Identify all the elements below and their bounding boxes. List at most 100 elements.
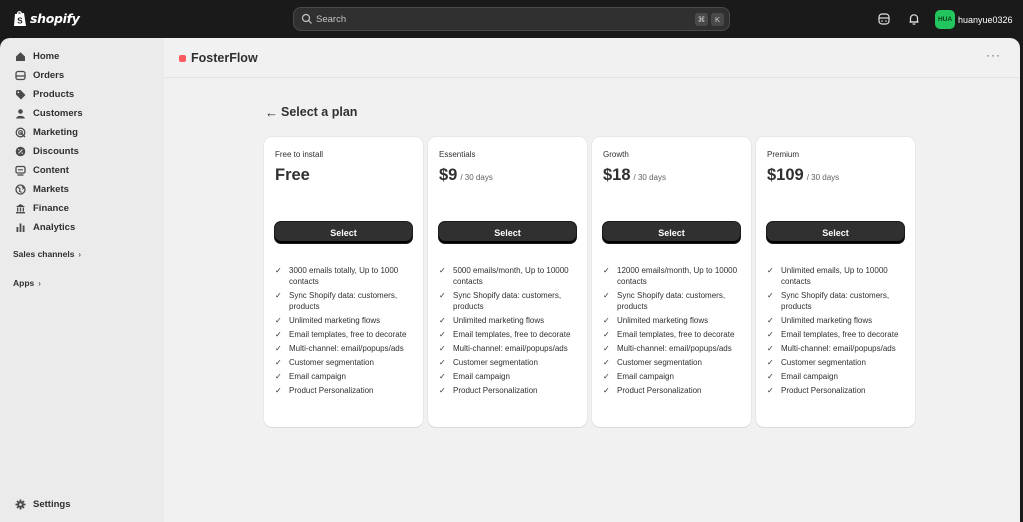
search-icon (301, 13, 312, 24)
feature-text: 5000 emails/month, Up to 10000 contacts (453, 266, 569, 286)
feature-text: Sync Shopify data: customers, products (781, 291, 890, 311)
plan-period: / 30 days (633, 173, 666, 182)
select-plan-button[interactable]: Select (767, 222, 904, 243)
feature-item: ✓ Email templates, free to decorate (439, 329, 579, 340)
select-plan-button[interactable]: Select (603, 222, 740, 243)
price-row: $18 / 30 days (603, 166, 666, 185)
feature-text: Email templates, free to decorate (453, 330, 571, 339)
sidebar-item-orders[interactable]: Orders (15, 67, 64, 83)
section-label: Apps (13, 278, 35, 288)
sidebar-item-finance[interactable]: Finance (15, 200, 69, 216)
feature-item: ✓ Product Personalization (603, 385, 743, 396)
feature-item: ✓ Customer segmentation (439, 357, 579, 368)
plan-card-growth: Growth $18 / 30 days Select ✓ 12000 email… (592, 137, 751, 427)
feature-item: ✓ Product Personalization (275, 385, 415, 396)
price-row: Free (275, 166, 313, 185)
feature-text: Unlimited marketing flows (617, 316, 709, 325)
check-icon: ✓ (275, 266, 282, 275)
search-bar[interactable]: Search ⌘ K (293, 7, 730, 31)
feature-text: Customer segmentation (289, 358, 374, 367)
check-icon: ✓ (603, 316, 610, 325)
feature-text: Email templates, free to decorate (617, 330, 735, 339)
app-logo-icon (179, 55, 186, 62)
price-row: $9 / 30 days (439, 166, 493, 185)
feature-list: ✓ 3000 emails totally, Up to 1000 contact… (275, 265, 415, 399)
gear-icon (15, 499, 26, 509)
check-icon: ✓ (767, 386, 774, 395)
check-icon: ✓ (767, 358, 774, 367)
feature-text: Email campaign (781, 372, 838, 381)
content-icon (15, 165, 26, 176)
tag-icon (16, 89, 26, 99)
check-icon: ✓ (603, 372, 610, 381)
check-icon: ✓ (439, 316, 446, 325)
check-icon: ✓ (439, 266, 446, 275)
plan-name: Premium (767, 150, 800, 159)
sidebar-item-label: Markets (33, 183, 69, 195)
plan-name: Free to install (275, 150, 324, 159)
check-icon: ✓ (767, 291, 774, 300)
check-icon: ✓ (603, 330, 610, 339)
feature-item: ✓ Sync Shopify data: customers, products (767, 290, 907, 312)
check-icon: ✓ (767, 372, 774, 381)
select-plan-button[interactable]: Select (439, 222, 576, 243)
feature-list: ✓ Unlimited emails, Up to 10000 contacts … (767, 265, 907, 399)
svg-text:S: S (17, 17, 23, 26)
sidebar-item-settings[interactable]: Settings (15, 496, 70, 512)
feature-item: ✓ Product Personalization (767, 385, 907, 396)
feature-item: ✓ Product Personalization (439, 385, 579, 396)
discount-icon (15, 146, 26, 156)
search-placeholder: Search (316, 14, 347, 25)
more-actions-icon[interactable]: ··· (986, 48, 1001, 62)
sidebar-item-label: Home (33, 50, 60, 62)
select-plan-button[interactable]: Select (275, 222, 412, 243)
target-icon (15, 127, 26, 137)
feature-text: Customer segmentation (781, 358, 866, 367)
check-icon: ✓ (603, 344, 610, 353)
sidebar-section-sales-channels[interactable]: Sales channels › (13, 249, 81, 259)
store-icon[interactable] (877, 12, 891, 26)
check-icon: ✓ (275, 330, 282, 339)
sidebar-item-markets[interactable]: Markets (15, 181, 69, 197)
check-icon: ✓ (275, 372, 282, 381)
feature-item: ✓ Sync Shopify data: customers, products (603, 290, 743, 312)
sidebar-item-label: Settings (33, 498, 71, 510)
brand-name: shopify (30, 11, 80, 26)
feature-item: ✓ Customer segmentation (275, 357, 415, 368)
sidebar-item-label: Analytics (33, 221, 76, 233)
feature-text: Product Personalization (617, 386, 702, 395)
sidebar-item-home[interactable]: Home (15, 48, 59, 64)
sidebar-item-label: Finance (33, 202, 69, 214)
feature-item: ✓ Unlimited marketing flows (275, 315, 415, 326)
feature-list: ✓ 12000 emails/month, Up to 10000 contact… (603, 265, 743, 399)
sidebar-item-analytics[interactable]: Analytics (15, 219, 75, 235)
plan-card-premium: Premium $109 / 30 days Select ✓ Unlimited… (756, 137, 915, 427)
sidebar-item-marketing[interactable]: Marketing (15, 124, 78, 140)
feature-item: ✓ Customer segmentation (767, 357, 907, 368)
bank-icon (15, 203, 26, 213)
back-arrow-icon[interactable]: ← (265, 105, 278, 120)
feature-text: Customer segmentation (617, 358, 702, 367)
sidebar-item-discounts[interactable]: Discounts (15, 143, 79, 159)
check-icon: ✓ (439, 344, 446, 353)
bell-icon[interactable] (907, 12, 921, 26)
shopify-logo[interactable]: S shopify (13, 10, 80, 27)
sidebar-item-content[interactable]: Content (15, 162, 69, 178)
shortcut-cmd-key: ⌘ (695, 13, 708, 26)
sidebar-item-customers[interactable]: Customers (15, 105, 83, 121)
feature-text: Unlimited emails, Up to 10000 contacts (781, 266, 888, 286)
feature-item: ✓ Sync Shopify data: customers, products (275, 290, 415, 312)
sidebar-item-products[interactable]: Products (15, 86, 74, 102)
feature-item: ✓ Sync Shopify data: customers, products (439, 290, 579, 312)
sidebar-section-apps[interactable]: Apps › (13, 278, 41, 288)
plan-card-free: Free to install Free Select ✓ 3000 emails… (264, 137, 423, 427)
feature-text: Multi-channel: email/popups/ads (781, 344, 896, 353)
check-icon: ✓ (275, 344, 282, 353)
feature-item: ✓ Multi-channel: email/popups/ads (275, 343, 415, 354)
check-icon: ✓ (603, 358, 610, 367)
feature-text: Unlimited marketing flows (781, 316, 873, 325)
check-icon: ✓ (275, 291, 282, 300)
sidebar-item-label: Marketing (33, 126, 78, 138)
user-menu[interactable]: HUA huanyue0326 (935, 10, 1013, 29)
section-label: Sales channels (13, 249, 75, 259)
